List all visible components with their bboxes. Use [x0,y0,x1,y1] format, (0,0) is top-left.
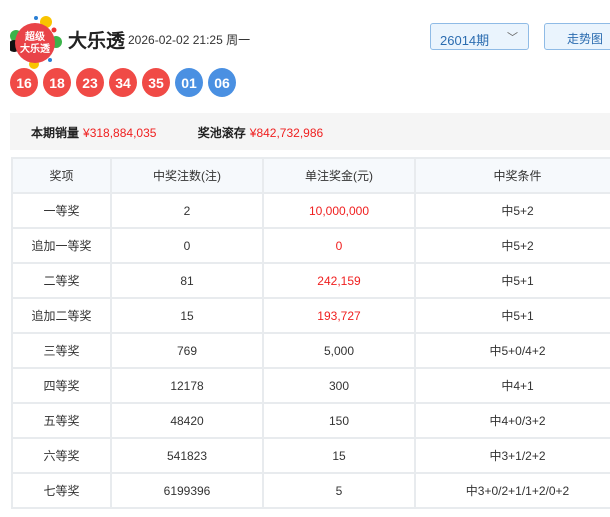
prize-amount: 5 [262,472,416,509]
prize-name: 一等奖 [11,192,112,229]
table-row: 七等奖 6199396 5 中3+0/2+1/1+2/0+2 [11,472,610,509]
table-row: 五等奖 48420 150 中4+0/3+2 [11,402,610,439]
table-row: 四等奖 12178 300 中4+1 [11,367,610,404]
win-condition: 中5+1 [414,262,610,299]
winner-count: 12178 [110,367,264,404]
win-condition: 中5+0/4+2 [414,332,610,369]
table-row: 追加二等奖 15 193,727 中5+1 [11,297,610,334]
prize-name: 追加二等奖 [11,297,112,334]
table-row: 二等奖 81 242,159 中5+1 [11,262,610,299]
prize-amount: 242,159 [262,262,416,299]
svg-text:超级: 超级 [24,30,46,43]
winner-count: 48420 [110,402,264,439]
prize-table: 奖项 中奖注数(注) 单注奖金(元) 中奖条件 一等奖 2 10,000,000 中5… [11,157,610,509]
prize-amount: 300 [262,367,416,404]
winner-count: 541823 [110,437,264,474]
stats-bar: 本期销量 ¥318,884,035 奖池滚存 ¥842,732,986 [10,113,610,150]
winner-count: 6199396 [110,472,264,509]
red-ball: 35 [142,68,170,97]
header-count: 中奖注数(注) [110,157,264,194]
table-row: 六等奖 541823 15 中3+1/2+2 [11,437,610,474]
win-condition: 中5+1 [414,297,610,334]
header-condition: 中奖条件 [414,157,610,194]
trend-chart-button[interactable]: 走势图 [544,23,610,50]
win-condition: 中3+0/2+1/1+2/0+2 [414,472,610,509]
pool-value: ¥842,732,986 [249,126,324,140]
red-ball: 16 [10,68,38,97]
prize-amount: 10,000,000 [262,192,416,229]
win-condition: 中4+1 [414,367,610,404]
sales-value: ¥318,884,035 [83,126,157,140]
issue-select[interactable]: 26014期 ﹀ [430,23,529,50]
winner-count: 15 [110,297,264,334]
prize-name: 三等奖 [11,332,112,369]
pool-label: 奖池滚存 [197,126,246,140]
prize-name: 六等奖 [11,437,112,474]
red-ball: 18 [43,68,71,97]
prize-amount: 150 [262,402,416,439]
winner-count: 2 [110,192,264,229]
win-condition: 中3+1/2+2 [414,437,610,474]
prize-name: 五等奖 [11,402,112,439]
win-condition: 中5+2 [414,192,610,229]
prize-name: 二等奖 [11,262,112,299]
prize-name: 追加一等奖 [11,227,112,264]
blue-ball: 01 [175,68,203,97]
prize-amount: 0 [262,227,416,264]
issue-select-value: 26014期 [440,33,490,48]
header-prize: 奖项 [11,157,112,194]
svg-text:大乐透: 大乐透 [20,42,51,55]
draw-datetime: 2026-02-02 21:25 周一 [128,33,251,47]
winner-count: 769 [110,332,264,369]
winner-count: 81 [110,262,264,299]
prize-amount: 5,000 [262,332,416,369]
lottery-logo: 超级 大乐透 [10,16,62,69]
lottery-title: 大乐透 [68,31,126,52]
prize-name: 四等奖 [11,367,112,404]
win-condition: 中5+2 [414,227,610,264]
prize-name: 七等奖 [11,472,112,509]
sales-label: 本期销量 [31,126,80,140]
table-row: 一等奖 2 10,000,000 中5+2 [11,192,610,229]
winner-count: 0 [110,227,264,264]
winning-numbers: 16 18 23 34 35 01 06 [10,68,236,97]
table-row: 追加一等奖 0 0 中5+2 [11,227,610,264]
prize-amount: 193,727 [262,297,416,334]
blue-ball: 06 [208,68,236,97]
header-amount: 单注奖金(元) [262,157,416,194]
red-ball: 34 [109,68,137,97]
win-condition: 中4+0/3+2 [414,402,610,439]
prize-amount: 15 [262,437,416,474]
red-ball: 23 [76,68,104,97]
chevron-down-icon: ﹀ [507,32,518,44]
table-row: 三等奖 769 5,000 中5+0/4+2 [11,332,610,369]
